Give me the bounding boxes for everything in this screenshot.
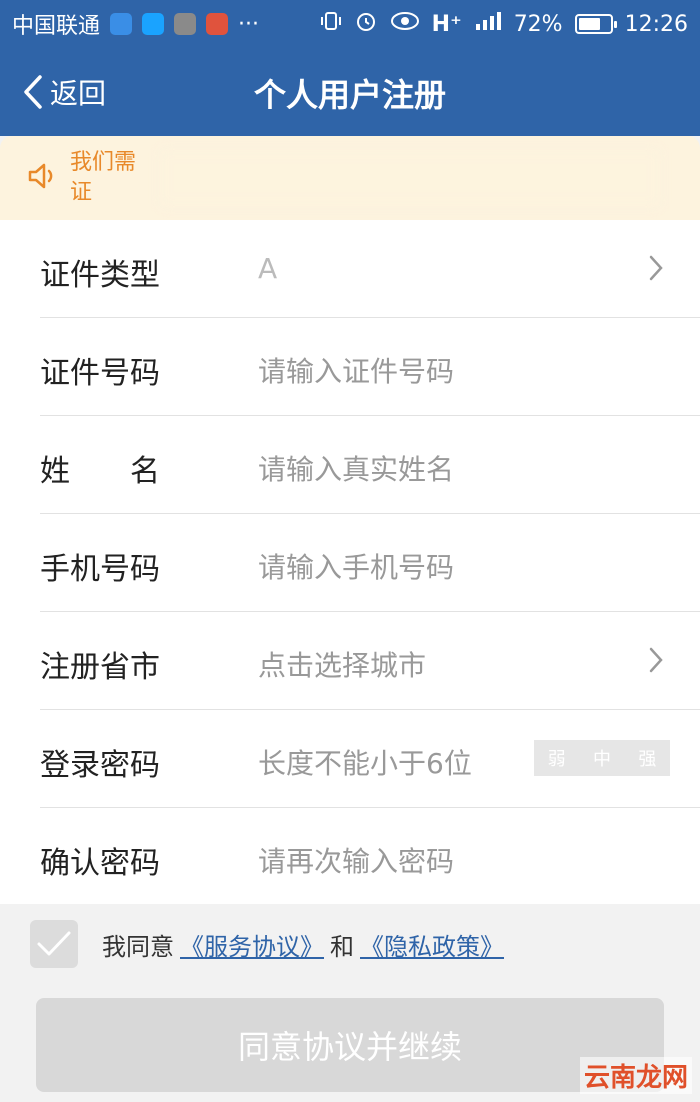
registration-form: 证件类型 A 证件号码 请输入证件号码 姓 名 请输入真实姓名 手机号码 请输入… [0, 220, 700, 904]
more-notifications-icon: ··· [238, 11, 259, 37]
redaction-blur [160, 150, 660, 206]
notice-banner: 我们需 证 [0, 136, 700, 220]
battery-percent: 72% [513, 11, 563, 37]
signal-h-icon: H⁺ [431, 11, 462, 37]
check-icon [37, 931, 71, 956]
carrier-name: 中国联通 [12, 14, 101, 39]
privacy-policy-link[interactable]: 《隐私政策》 [360, 927, 504, 962]
gallery-app-icon [174, 13, 197, 35]
name-label: 姓 名 [40, 454, 160, 489]
phone-row[interactable]: 手机号码 请输入手机号码 [0, 514, 700, 612]
city-label: 注册省市 [40, 650, 160, 685]
agree-continue-button[interactable]: 同意协议并继续 [36, 998, 664, 1092]
password-input[interactable]: 长度不能小于6位 [258, 742, 472, 782]
service-agreement-link[interactable]: 《服务协议》 [180, 927, 324, 962]
city-row[interactable]: 注册省市 点击选择城市 [0, 612, 700, 710]
confirm-password-label: 确认密码 [40, 846, 160, 881]
password-strength-meter: 弱 中 强 [534, 740, 670, 776]
blocked-app-icon [206, 13, 229, 35]
name-row[interactable]: 姓 名 请输入真实姓名 [0, 416, 700, 514]
message-app-icon [142, 13, 165, 35]
password-row[interactable]: 登录密码 长度不能小于6位 弱 中 强 [0, 710, 700, 808]
id-number-input[interactable]: 请输入证件号码 [258, 350, 454, 390]
id-type-value: A [258, 252, 278, 285]
strength-weak: 弱 [547, 749, 566, 770]
city-selector[interactable]: 点击选择城市 [258, 644, 426, 684]
chevron-right-icon [649, 255, 663, 281]
clock: 12:26 [624, 11, 688, 37]
page-title: 个人用户注册 [253, 76, 446, 114]
password-label: 登录密码 [40, 748, 160, 783]
agree-checkbox[interactable] [30, 920, 78, 968]
strength-medium: 中 [592, 749, 611, 770]
name-input[interactable]: 请输入真实姓名 [258, 448, 454, 488]
phone-label: 手机号码 [40, 552, 160, 587]
watermark: 云南龙网 [579, 1057, 692, 1094]
agreement-row: 我同意 《服务协议》 和 《隐私政策》 [0, 904, 700, 984]
vibrate-icon [320, 10, 342, 38]
speaker-icon [28, 163, 53, 189]
strength-strong: 强 [638, 749, 657, 770]
confirm-password-row[interactable]: 确认密码 请再次输入密码 [0, 808, 700, 906]
id-number-row[interactable]: 证件号码 请输入证件号码 [0, 318, 700, 416]
eye-comfort-icon [390, 10, 420, 38]
cell-signal-icon [474, 10, 502, 38]
id-type-row[interactable]: 证件类型 A [0, 220, 700, 318]
id-number-label: 证件号码 [40, 356, 160, 391]
nav-bar: 返回 个人用户注册 [0, 48, 700, 136]
battery-icon [574, 14, 617, 34]
alarm-icon [354, 9, 378, 39]
chevron-right-icon [649, 647, 663, 673]
status-bar: 中国联通 ··· H⁺ 72% 12:26 [0, 0, 700, 48]
confirm-password-input[interactable]: 请再次输入密码 [258, 840, 454, 880]
health-app-icon [110, 13, 133, 35]
id-type-label: 证件类型 [40, 258, 160, 293]
agree-prefix: 我同意 [102, 932, 174, 961]
agree-joiner: 和 [330, 932, 354, 961]
phone-input[interactable]: 请输入手机号码 [258, 546, 454, 586]
